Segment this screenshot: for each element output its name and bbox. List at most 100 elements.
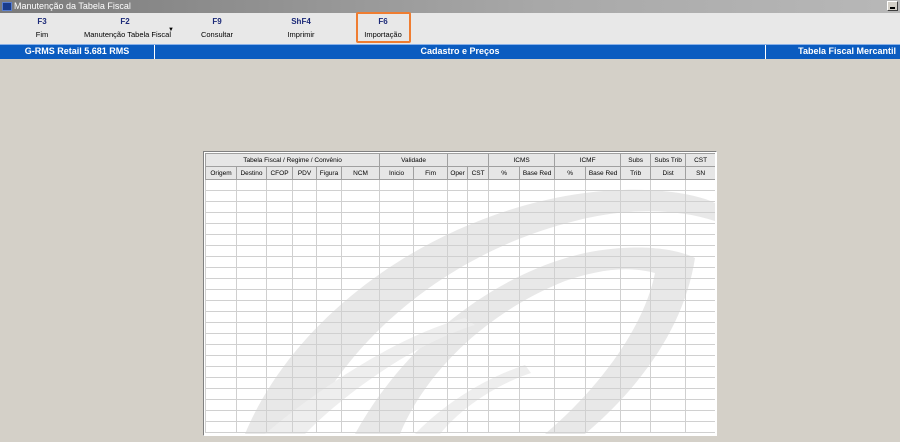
table-cell[interactable] — [585, 245, 622, 257]
table-cell[interactable] — [650, 410, 687, 422]
table-cell[interactable] — [205, 366, 237, 378]
table-cell[interactable] — [620, 421, 652, 433]
table-cell[interactable] — [554, 267, 587, 279]
table-row[interactable] — [205, 333, 715, 345]
table-cell[interactable] — [379, 245, 415, 257]
table-cell[interactable] — [413, 267, 449, 279]
table-cell[interactable] — [554, 245, 587, 257]
table-cell[interactable] — [554, 300, 587, 312]
table-cell[interactable] — [519, 311, 556, 323]
table-cell[interactable] — [488, 410, 521, 422]
table-cell[interactable] — [292, 344, 317, 356]
table-cell[interactable] — [340, 399, 381, 411]
table-cell[interactable] — [316, 377, 342, 389]
table-cell[interactable] — [488, 278, 521, 290]
table-cell[interactable] — [519, 267, 556, 279]
table-cell[interactable] — [620, 410, 652, 422]
table-row[interactable] — [205, 388, 715, 400]
table-cell[interactable] — [266, 201, 293, 213]
table-cell[interactable] — [685, 333, 715, 345]
table-cell[interactable] — [316, 190, 342, 202]
table-cell[interactable] — [236, 256, 267, 268]
table-cell[interactable] — [379, 256, 415, 268]
table-cell[interactable] — [205, 355, 237, 367]
table-cell[interactable] — [236, 190, 267, 202]
table-cell[interactable] — [236, 212, 267, 224]
table-cell[interactable] — [266, 366, 293, 378]
table-cell[interactable] — [266, 289, 293, 301]
table-cell[interactable] — [685, 399, 715, 411]
table-cell[interactable] — [488, 399, 521, 411]
table-cell[interactable] — [340, 179, 381, 191]
table-cell[interactable] — [205, 234, 237, 246]
table-cell[interactable] — [340, 300, 381, 312]
table-cell[interactable] — [685, 322, 715, 334]
table-cell[interactable] — [379, 333, 415, 345]
table-cell[interactable] — [585, 333, 622, 345]
table-cell[interactable] — [685, 190, 715, 202]
table-cell[interactable] — [467, 355, 490, 367]
table-cell[interactable] — [205, 190, 237, 202]
table-cell[interactable] — [620, 333, 652, 345]
table-cell[interactable] — [554, 366, 587, 378]
table-cell[interactable] — [650, 201, 687, 213]
table-cell[interactable] — [292, 256, 317, 268]
table-cell[interactable] — [292, 267, 317, 279]
table-cell[interactable] — [340, 223, 381, 235]
table-cell[interactable] — [585, 289, 622, 301]
table-cell[interactable] — [379, 190, 415, 202]
table-cell[interactable] — [292, 234, 317, 246]
table-cell[interactable] — [467, 245, 490, 257]
table-cell[interactable] — [379, 410, 415, 422]
table-cell[interactable] — [620, 256, 652, 268]
table-cell[interactable] — [316, 278, 342, 290]
table-cell[interactable] — [519, 421, 556, 433]
table-cell[interactable] — [340, 344, 381, 356]
table-cell[interactable] — [266, 212, 293, 224]
table-cell[interactable] — [340, 267, 381, 279]
table-cell[interactable] — [467, 388, 490, 400]
table-cell[interactable] — [554, 223, 587, 235]
table-cell[interactable] — [488, 311, 521, 323]
table-row[interactable] — [205, 212, 715, 224]
table-cell[interactable] — [266, 256, 293, 268]
table-cell[interactable] — [236, 278, 267, 290]
table-cell[interactable] — [236, 333, 267, 345]
table-cell[interactable] — [340, 421, 381, 433]
table-cell[interactable] — [467, 223, 490, 235]
table-cell[interactable] — [519, 234, 556, 246]
table-cell[interactable] — [585, 410, 622, 422]
table-cell[interactable] — [292, 355, 317, 367]
table-cell[interactable] — [620, 190, 652, 202]
table-cell[interactable] — [413, 377, 449, 389]
table-cell[interactable] — [650, 278, 687, 290]
table-cell[interactable] — [467, 267, 490, 279]
table-row[interactable] — [205, 399, 715, 411]
table-cell[interactable] — [413, 322, 449, 334]
table-cell[interactable] — [585, 322, 622, 334]
table-cell[interactable] — [585, 377, 622, 389]
table-cell[interactable] — [488, 344, 521, 356]
table-cell[interactable] — [620, 377, 652, 389]
table-cell[interactable] — [266, 333, 293, 345]
table-cell[interactable] — [585, 234, 622, 246]
table-cell[interactable] — [379, 377, 415, 389]
table-cell[interactable] — [316, 410, 342, 422]
table-cell[interactable] — [340, 377, 381, 389]
table-row[interactable] — [205, 421, 715, 433]
table-cell[interactable] — [413, 223, 449, 235]
table-cell[interactable] — [488, 300, 521, 312]
table-row[interactable] — [205, 179, 715, 191]
table-cell[interactable] — [292, 322, 317, 334]
table-cell[interactable] — [467, 179, 490, 191]
table-cell[interactable] — [292, 212, 317, 224]
table-cell[interactable] — [379, 311, 415, 323]
table-cell[interactable] — [205, 245, 237, 257]
table-cell[interactable] — [585, 388, 622, 400]
table-cell[interactable] — [379, 388, 415, 400]
table-cell[interactable] — [413, 245, 449, 257]
table-cell[interactable] — [447, 399, 469, 411]
table-cell[interactable] — [519, 344, 556, 356]
table-cell[interactable] — [650, 289, 687, 301]
table-cell[interactable] — [467, 201, 490, 213]
